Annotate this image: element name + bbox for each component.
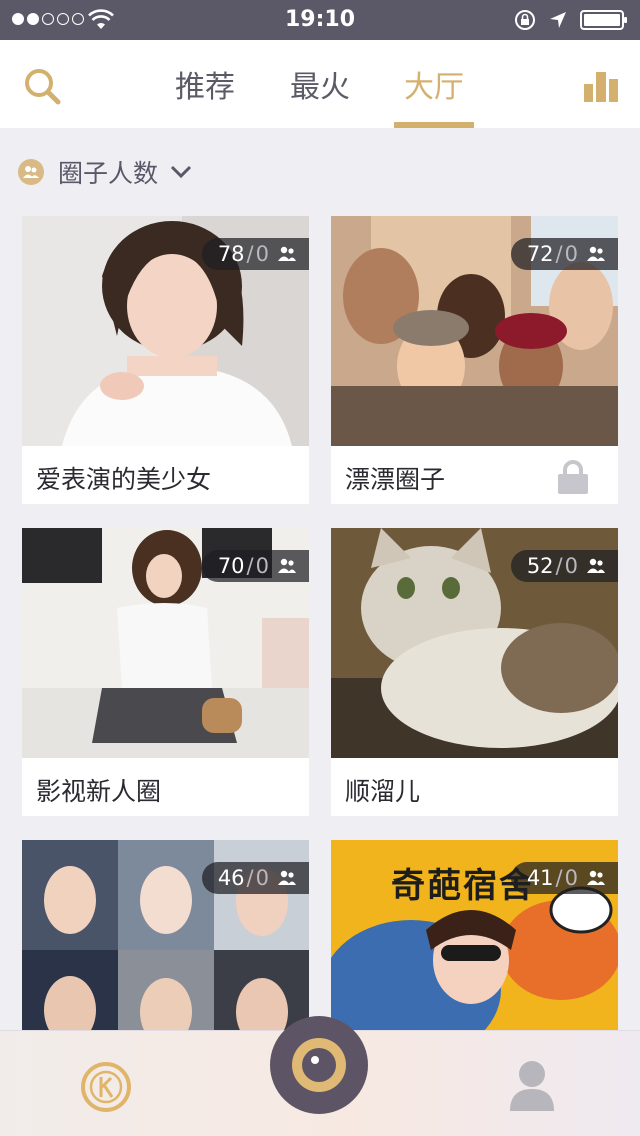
circle-card[interactable]: 72/0 漂漂圈子 [331,216,618,504]
circle-card[interactable]: 奇葩宿舍 41/0 [331,840,618,1030]
people-icon [278,870,296,885]
member-count-badge: 70/0 [201,550,309,582]
member-count-badge: 41/0 [510,862,618,894]
circle-card[interactable]: 70/0 影视新人圈 [22,528,309,816]
circle-name: 顺溜儿 [345,777,421,806]
tab-hottest[interactable]: 最火 [275,62,365,106]
filter-label: 圈子人数 [58,159,159,188]
member-count-badge: 72/0 [510,238,618,270]
circle-name: 影视新人圈 [36,777,162,806]
circle-card[interactable]: 78/0 爱表演的美少女 [22,216,309,504]
status-time: 19:10 [284,7,356,32]
search-icon[interactable] [22,66,62,106]
people-icon [278,558,296,573]
people-icon [587,246,605,261]
people-icon [587,870,605,885]
circle-name: 爱表演的美少女 [36,465,212,494]
people-icon [278,246,296,261]
rotation-lock-icon [515,10,535,30]
k-coin-icon[interactable] [80,1061,132,1113]
tab-recommend[interactable]: 推荐 [160,62,250,106]
circle-name: 漂漂圈子 [345,465,446,494]
location-arrow-icon [550,12,566,28]
tab-lobby[interactable]: 大厅 [389,62,479,106]
circle-card[interactable]: 46/0 [22,840,309,1030]
people-icon [18,159,44,185]
circle-card[interactable]: 52/0 顺溜儿 [331,528,618,816]
active-tab-indicator [394,122,474,128]
ranking-chart-icon[interactable] [584,70,618,102]
member-count-badge: 52/0 [510,550,618,582]
camera-button-icon[interactable] [270,1016,368,1114]
member-count-filter[interactable]: 圈子人数 [18,152,192,192]
chevron-down-icon[interactable] [170,165,192,179]
top-nav: 推荐 最火 大厅 [0,40,640,128]
battery-icon [580,10,627,30]
status-bar: 19:10 [0,0,640,40]
member-count-badge: 46/0 [201,862,309,894]
lock-icon [558,460,588,494]
member-count-badge: 78/0 [201,238,309,270]
people-icon [587,558,605,573]
profile-icon[interactable] [508,1059,556,1111]
